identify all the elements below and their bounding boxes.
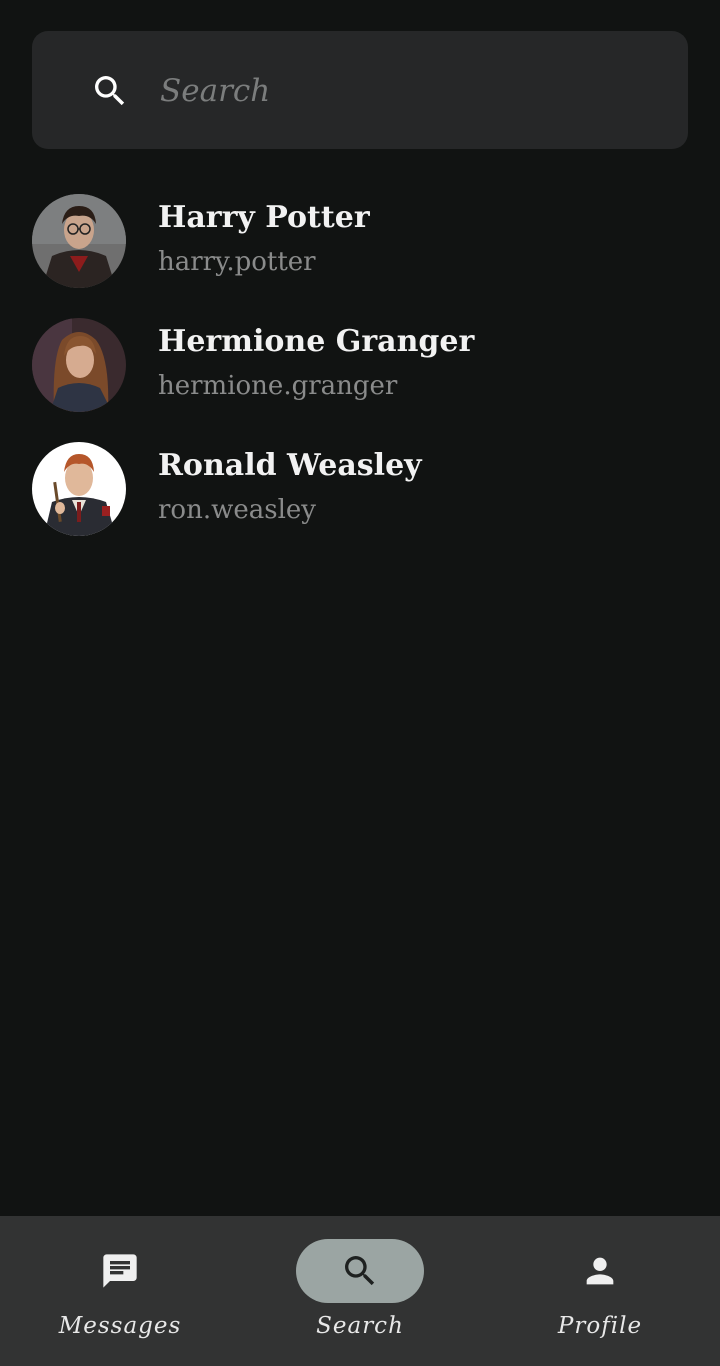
avatar bbox=[32, 442, 126, 536]
list-item[interactable]: Ronald Weasley ron.weasley bbox=[32, 442, 688, 536]
search-bar[interactable] bbox=[32, 31, 688, 149]
bottom-navigation: Messages Search Profile bbox=[0, 1216, 720, 1366]
contact-name: Harry Potter bbox=[158, 200, 370, 235]
avatar bbox=[32, 194, 126, 288]
nav-item-profile[interactable]: Profile bbox=[480, 1216, 720, 1366]
person-icon bbox=[580, 1251, 620, 1291]
nav-item-messages[interactable]: Messages bbox=[0, 1216, 240, 1366]
search-input[interactable] bbox=[160, 61, 680, 121]
message-icon bbox=[100, 1251, 140, 1291]
nav-item-search[interactable]: Search bbox=[240, 1216, 480, 1366]
search-screen: Harry Potter harry.potter Hermione Grang… bbox=[0, 0, 720, 1366]
contact-username: hermione.granger bbox=[158, 371, 398, 401]
contact-username: harry.potter bbox=[158, 247, 316, 277]
search-results-list: Harry Potter harry.potter Hermione Grang… bbox=[32, 194, 688, 566]
search-icon bbox=[90, 71, 130, 111]
search-icon bbox=[340, 1251, 380, 1291]
nav-label: Messages bbox=[58, 1313, 182, 1339]
list-item[interactable]: Harry Potter harry.potter bbox=[32, 194, 688, 288]
list-item[interactable]: Hermione Granger hermione.granger bbox=[32, 318, 688, 412]
avatar bbox=[32, 318, 126, 412]
nav-label: Search bbox=[316, 1313, 404, 1339]
contact-username: ron.weasley bbox=[158, 495, 316, 525]
nav-label: Profile bbox=[557, 1313, 643, 1339]
contact-name: Hermione Granger bbox=[158, 324, 475, 359]
contact-name: Ronald Weasley bbox=[158, 448, 422, 483]
